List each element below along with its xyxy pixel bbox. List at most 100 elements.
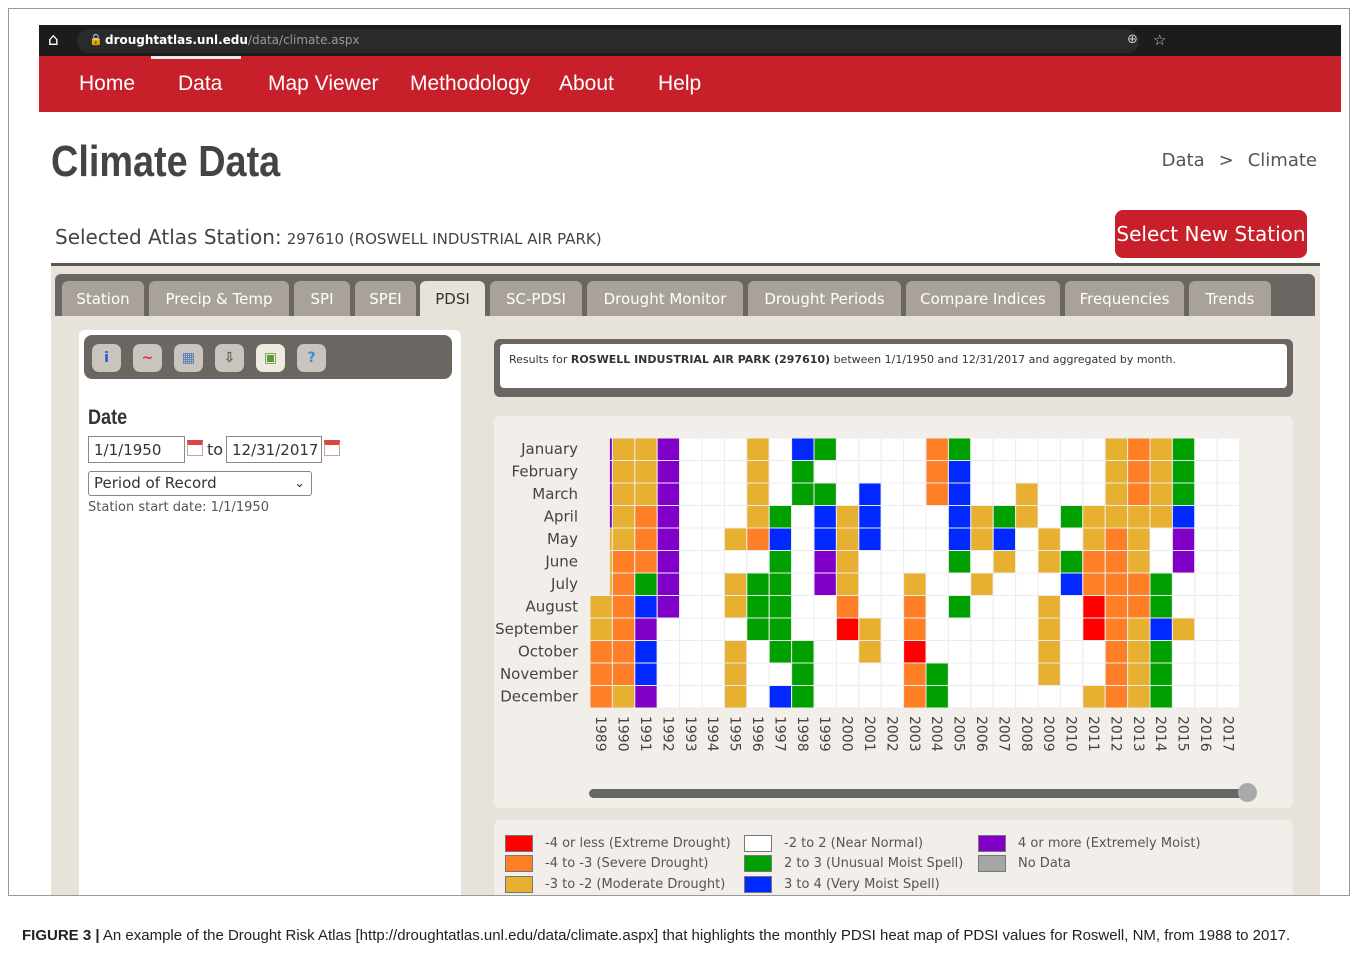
heatmap-cell [903,662,927,686]
heatmap-cell [1171,595,1196,619]
year-tick-label: 1993 [682,716,698,752]
heatmap-cell [723,460,748,484]
heatmap-cell [970,572,994,596]
caption-text: An example of the Drought Risk Atlas [ht… [102,927,1291,944]
help-icon[interactable]: ? [297,344,326,372]
calendar-icon[interactable] [187,440,203,456]
period-select[interactable]: Period of Record ⌄ [88,471,312,496]
tab-drought-periods[interactable]: Drought Periods [748,281,901,316]
heatmap-cell [1216,640,1241,664]
heatmap-cell [634,482,658,506]
heatmap-cell [925,550,949,574]
end-date-input[interactable] [226,436,322,463]
tab-spei[interactable]: SPEI [355,281,416,316]
heatmap-cell [611,662,636,686]
heatmap-cell [903,685,927,709]
url-field[interactable]: 🔒 droughtatlas.unl.edu/data/climate.aspx… [77,29,1166,53]
tab-spi[interactable]: SPI [294,281,350,316]
year-scroll-track[interactable] [589,789,1249,798]
legend-item: 2 to 3 (Unusual Moist Spell) [744,855,963,872]
tab-trends[interactable]: Trends [1189,281,1271,316]
heatmap-cell [723,662,748,686]
heatmap-cell [611,505,636,529]
heatmap-cell [858,662,882,686]
nav-about[interactable]: About [559,72,614,96]
heatmap-cell [880,685,905,709]
zoom-icon[interactable]: ⊕ [1127,32,1138,47]
select-new-station-button[interactable]: Select New Station [1115,210,1307,258]
year-tick-label: 2002 [883,716,899,752]
heatmap-cell [835,527,860,551]
heatmap-cell [634,617,658,641]
heatmap-cell [701,460,725,484]
nav-data[interactable]: Data [178,72,222,96]
nav-home[interactable]: Home [79,72,135,96]
heatmap-cell [701,527,725,551]
tab-sc-pdsi[interactable]: SC-PDSI [490,281,582,316]
table-icon[interactable]: ▦ [174,344,203,372]
period-select-value: Period of Record [94,474,217,492]
heatmap-cell [1059,572,1084,596]
tab-precip-temp[interactable]: Precip & Temp [149,281,289,316]
heatmap-cell [813,662,837,686]
heatmap-cell [925,617,949,641]
tab-compare-indices[interactable]: Compare Indices [906,281,1060,316]
heatmap-cell [1149,527,1173,551]
legend-swatch [505,876,533,893]
heatmap-cell [791,572,815,596]
year-tick-label: 1990 [615,716,631,752]
heatmap-cell [746,527,770,551]
heatmap-cell [1194,550,1218,574]
heatmap-cell [813,685,837,709]
heatmap-cell [970,662,994,686]
heatmap-cell [1082,505,1106,529]
screenshot-frame: ⌂ 🔒 droughtatlas.unl.edu/data/climate.as… [8,8,1350,896]
home-icon[interactable]: ⌂ [48,30,59,50]
nav-map-viewer[interactable]: Map Viewer [268,72,379,96]
heatmap-cell [1216,527,1241,551]
heatmap-cell [1194,527,1218,551]
bookmark-star-icon[interactable]: ☆ [1153,31,1166,49]
download-icon[interactable]: ⇩ [215,344,244,372]
heatmap-cell [723,617,748,641]
heatmap-cell [970,640,994,664]
heatmap-cell [634,505,658,529]
heatmap-cell [858,505,882,529]
heatmap-cell [813,437,837,461]
heatmap-cell [679,437,703,461]
tab-frequencies[interactable]: Frequencies [1065,281,1184,316]
legend-item: -3 to -2 (Moderate Drought) [505,876,725,893]
heatmap-cell [1216,572,1241,596]
date-heading: Date [88,406,128,429]
heatmap-cell [992,527,1017,551]
heatmap-cell [768,550,793,574]
heatmap-cell [723,572,748,596]
tab-station[interactable]: Station [62,281,144,316]
info-icon[interactable]: i [92,344,121,372]
line-chart-icon[interactable]: ~ [133,344,162,372]
start-date-input[interactable] [88,436,185,463]
heatmap-cell [858,527,882,551]
heatmap-cell [746,595,770,619]
year-tick-label: 2011 [1085,716,1101,752]
tab-drought-monitor[interactable]: Drought Monitor [587,281,743,316]
heatmap-cell [1059,505,1084,529]
heatmap-cell [723,437,748,461]
heatmap-cell [925,595,949,619]
heatmap-cell [835,460,860,484]
panel-divider [51,263,1320,266]
heatmap-icon[interactable]: ▣ [256,344,285,372]
heatmap-cell [858,617,882,641]
calendar-icon[interactable] [324,440,340,456]
heatmap-cell [1082,640,1106,664]
lock-icon: 🔒 [89,33,103,46]
nav-methodology[interactable]: Methodology [410,72,530,96]
heatmap-cell [746,482,770,506]
tab-pdsi[interactable]: PDSI [420,281,485,316]
heatmap-cell [1059,527,1084,551]
breadcrumb-data[interactable]: Data [1162,150,1205,171]
year-scroll-handle[interactable] [1238,783,1257,802]
heatmap-cell [1171,572,1196,596]
nav-help[interactable]: Help [658,72,701,96]
heatmap-cell [611,460,636,484]
